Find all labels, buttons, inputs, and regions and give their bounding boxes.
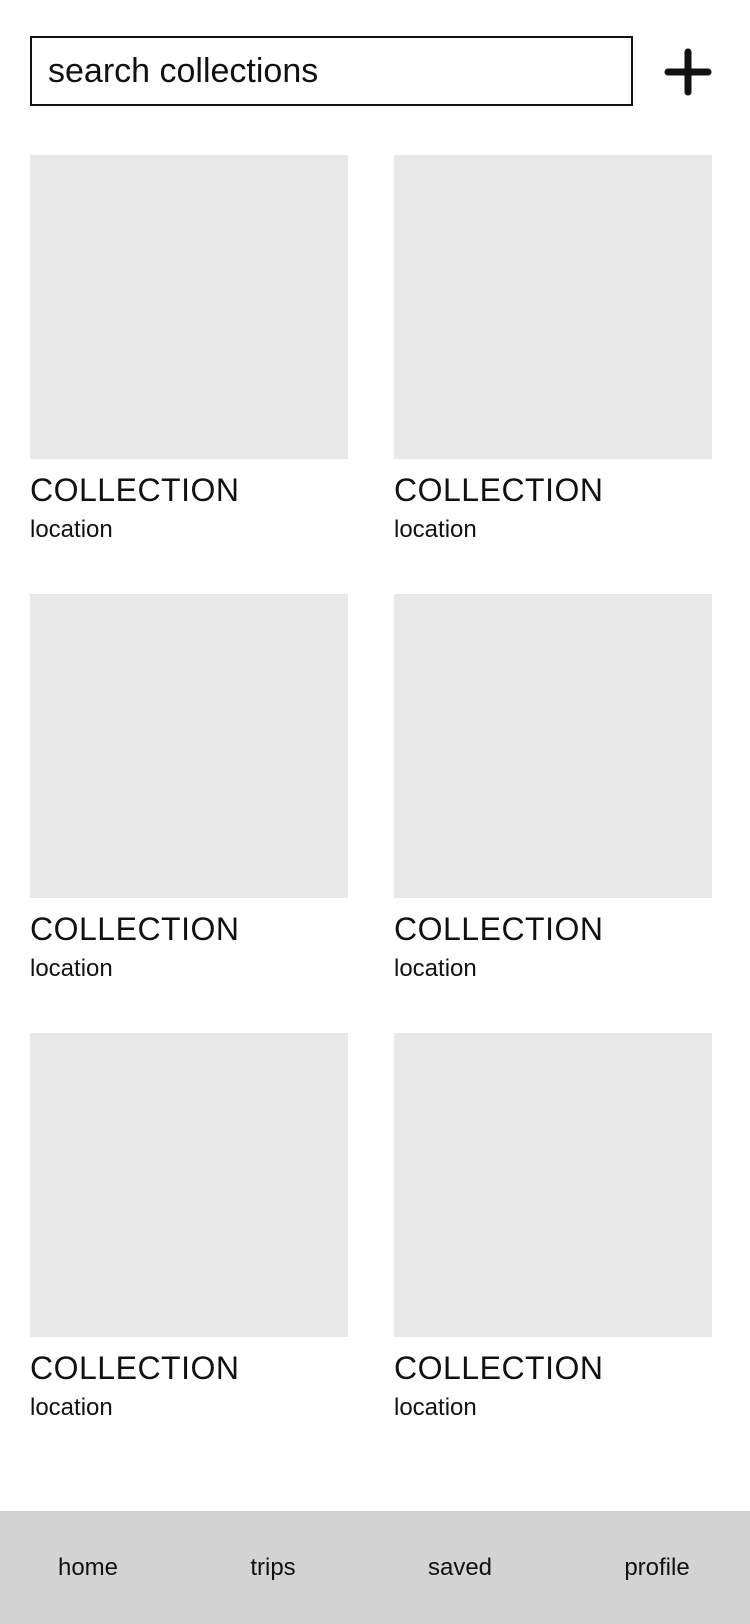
collection-card[interactable]: COLLECTION location	[394, 594, 712, 1033]
collections-grid: COLLECTION location COLLECTION location …	[30, 155, 712, 1472]
nav-item-home[interactable]: home	[48, 1511, 128, 1624]
collection-image	[30, 1033, 348, 1337]
collection-card[interactable]: COLLECTION location	[30, 594, 348, 1033]
nav-item-trips[interactable]: trips	[240, 1511, 305, 1624]
collection-location: location	[394, 955, 477, 982]
collection-location: location	[394, 516, 477, 543]
collection-card[interactable]: COLLECTION location	[30, 155, 348, 594]
collection-title: COLLECTION	[30, 1350, 240, 1386]
collection-card[interactable]: COLLECTION location	[394, 1033, 712, 1472]
collection-image	[30, 594, 348, 898]
collection-card[interactable]: COLLECTION location	[394, 155, 712, 594]
collection-title: COLLECTION	[30, 472, 240, 508]
collection-title: COLLECTION	[394, 472, 604, 508]
collection-location: location	[394, 1394, 477, 1421]
plus-icon	[664, 48, 712, 96]
nav-item-saved[interactable]: saved	[418, 1511, 502, 1624]
collection-title: COLLECTION	[30, 911, 240, 947]
add-collection-button[interactable]	[660, 44, 716, 100]
collection-image	[394, 594, 712, 898]
nav-item-profile[interactable]: profile	[614, 1511, 699, 1624]
search-input[interactable]	[48, 51, 615, 91]
collection-location: location	[30, 1394, 113, 1421]
collection-image	[30, 155, 348, 459]
collection-location: location	[30, 955, 113, 982]
collection-location: location	[30, 516, 113, 543]
search-box[interactable]	[30, 36, 633, 106]
bottom-nav: home trips saved profile	[0, 1511, 750, 1624]
collection-title: COLLECTION	[394, 911, 604, 947]
collection-card[interactable]: COLLECTION location	[30, 1033, 348, 1472]
collection-image	[394, 1033, 712, 1337]
collection-image	[394, 155, 712, 459]
collection-title: COLLECTION	[394, 1350, 604, 1386]
